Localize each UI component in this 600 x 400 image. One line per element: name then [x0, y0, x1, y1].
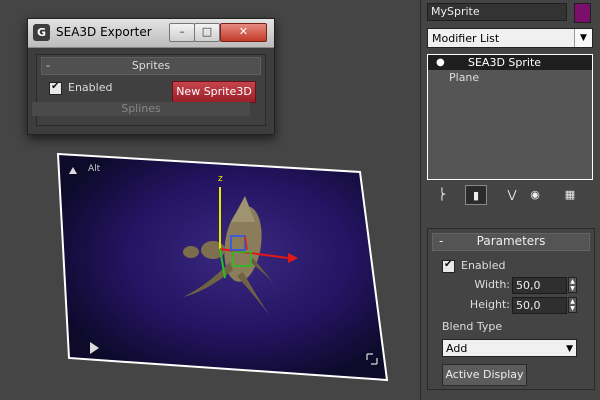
- show-end-result-icon[interactable]: ▮: [465, 185, 487, 205]
- stack-toolbar: ⎬ ▮ ⋁ ◉ ▦: [431, 185, 591, 205]
- collapse-icon[interactable]: -: [439, 234, 443, 249]
- pin-stack-icon[interactable]: ⎬: [431, 185, 453, 205]
- width-row: Width: 50,0 ▲ ▼: [428, 277, 594, 294]
- chevron-down-icon[interactable]: ▼: [574, 29, 592, 47]
- exporter-enabled-checkbox[interactable]: Enabled: [49, 81, 112, 95]
- param-enabled-label: Enabled: [461, 259, 506, 272]
- viewport[interactable]: Alt z G SEA3D Exporter – □ ✕ - Sprites E…: [0, 0, 420, 400]
- parameters-rollout: - Parameters Enabled Width: 50,0 ▲▼ Heig…: [427, 228, 595, 390]
- modifier-list-dropdown[interactable]: Modifier List ▼: [427, 28, 593, 48]
- object-color-swatch[interactable]: [574, 3, 591, 23]
- chevron-down-icon[interactable]: ▼: [566, 340, 573, 358]
- stack-item-plane[interactable]: Plane: [428, 70, 592, 85]
- exporter-titlebar[interactable]: G SEA3D Exporter – □ ✕: [28, 19, 274, 48]
- viewport-corner-label: Alt: [88, 164, 101, 174]
- width-spinner-icon[interactable]: ▲ ▼: [568, 277, 577, 293]
- splines-rollout-header[interactable]: Splines: [32, 102, 250, 116]
- active-display-button[interactable]: Active Display: [442, 364, 527, 386]
- exporter-enabled-label: Enabled: [68, 81, 113, 94]
- collapse-icon[interactable]: -: [46, 58, 50, 73]
- blend-type-value: Add: [446, 342, 468, 355]
- stack-item-sea3d-sprite[interactable]: ● SEA3D Sprite: [428, 55, 592, 70]
- width-field[interactable]: 50,0: [512, 277, 567, 294]
- close-button[interactable]: ✕: [220, 23, 267, 42]
- modifier-stack[interactable]: ● SEA3D Sprite Plane: [427, 54, 593, 180]
- height-spinner-icon[interactable]: ▲ ▼: [568, 297, 577, 313]
- new-sprite3d-button[interactable]: New Sprite3D: [172, 81, 256, 103]
- axis-z-label: z: [218, 174, 223, 184]
- sprite-plane[interactable]: [55, 152, 395, 387]
- blend-type-select[interactable]: Add ▼: [442, 339, 577, 357]
- height-field[interactable]: 50,0: [512, 297, 567, 314]
- checkbox-icon[interactable]: [442, 259, 455, 273]
- make-unique-icon[interactable]: ⋁: [501, 185, 523, 205]
- stack-item-label: SEA3D Sprite: [468, 56, 542, 69]
- configure-sets-icon[interactable]: ▦: [559, 185, 581, 205]
- blend-type-label: Blend Type: [442, 320, 503, 333]
- maximize-button[interactable]: □: [194, 23, 220, 42]
- modifier-list-label: Modifier List: [432, 32, 500, 45]
- parameters-title: Parameters: [476, 234, 546, 248]
- object-name-field[interactable]: MySprite: [427, 3, 567, 21]
- height-row: Height: 50,0 ▲ ▼: [428, 297, 594, 314]
- checkbox-icon[interactable]: [49, 81, 62, 95]
- exporter-title: SEA3D Exporter: [56, 25, 152, 39]
- height-label: Height:: [469, 298, 510, 311]
- sprites-rollout-title: Sprites: [131, 59, 171, 72]
- sprites-rollout-header[interactable]: - Sprites: [41, 57, 261, 75]
- param-enabled-checkbox[interactable]: Enabled: [442, 259, 505, 273]
- sea3d-exporter-window[interactable]: G SEA3D Exporter – □ ✕ - Sprites Enabled…: [27, 18, 275, 135]
- remove-modifier-icon[interactable]: ◉: [524, 185, 546, 205]
- command-panel: MySprite Modifier List ▼ ● SEA3D Sprite …: [420, 0, 600, 400]
- minimize-button[interactable]: –: [169, 23, 195, 42]
- sea3d-logo-icon: G: [33, 24, 50, 41]
- stack-item-label: Plane: [449, 71, 480, 84]
- width-label: Width:: [474, 278, 510, 291]
- lightbulb-icon[interactable]: ●: [436, 55, 445, 70]
- parameters-header[interactable]: - Parameters: [432, 233, 590, 251]
